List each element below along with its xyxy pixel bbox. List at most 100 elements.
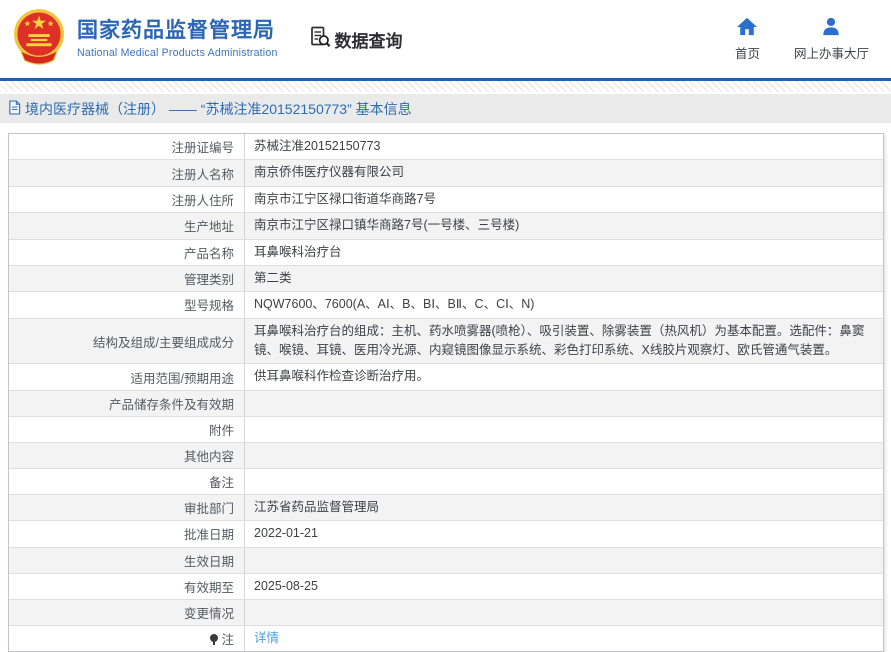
row-label: 注册人名称 <box>9 160 245 186</box>
row-value: 详情 <box>245 626 883 651</box>
table-row: 注册证编号 苏械注准20152150773 <box>9 134 883 160</box>
row-label-text: 产品储存条件及有效期 <box>108 397 234 412</box>
brand-text: 国家药品监督管理局 National Medical Products Admi… <box>77 19 278 58</box>
row-label-text: 结构及组成/主要组成成分 <box>93 335 234 350</box>
table-row: 备注 <box>9 467 883 494</box>
row-value: 南京侨伟医疗仪器有限公司 <box>245 160 883 185</box>
row-label: 其他内容 <box>9 442 245 468</box>
document-search-icon <box>308 25 332 54</box>
row-label: 备注 <box>9 468 245 494</box>
row-label-text: 注册证编号 <box>171 141 234 156</box>
row-value: 第二类 <box>245 266 883 291</box>
table-row: 生效日期 <box>9 546 883 573</box>
row-label: 注 <box>9 625 245 652</box>
table-row: 型号规格 NQW7600、7600(A、AⅠ、B、BⅠ、BⅡ、C、CⅠ、N) <box>9 291 883 318</box>
data-query-nav[interactable]: 数据查询 <box>308 25 403 54</box>
row-value <box>245 417 883 442</box>
row-label-text: 变更情况 <box>183 606 234 621</box>
row-label-text: 注册人名称 <box>171 167 234 182</box>
table-row: 有效期至 2025-08-25 <box>9 572 883 599</box>
row-value-text: 耳鼻喉科治疗台的组成：主机、药水喷雾器(喷枪）、吸引装置、除雾装置（热风机）为基… <box>254 323 865 357</box>
row-label-text: 生效日期 <box>183 554 234 569</box>
row-label-text: 注 <box>221 633 234 648</box>
row-label: 型号规格 <box>9 292 245 318</box>
info-table: 注册证编号 苏械注准20152150773 注册人名称 南京侨伟医疗仪器有限公司 注册人… <box>8 133 884 652</box>
row-value-text: 南京市江宁区禄口街道华商路7号 <box>254 191 436 206</box>
row-value: NQW7600、7600(A、AⅠ、B、BⅠ、BⅡ、C、CⅠ、N) <box>245 292 883 317</box>
row-label-text: 生产地址 <box>183 220 234 235</box>
hatch-stripe-band <box>0 81 891 92</box>
row-value: 2025-08-25 <box>245 574 883 599</box>
table-row: 管理类别 第二类 <box>9 264 883 292</box>
table-row: 注册人住所 南京市江宁区禄口街道华商路7号 <box>9 185 883 213</box>
row-value-text: 2022-01-21 <box>254 526 318 541</box>
row-label-text: 产品名称 <box>183 246 234 261</box>
row-value-text: 耳鼻喉科治疗台 <box>254 244 342 259</box>
row-value <box>245 600 883 625</box>
row-label-text: 审批部门 <box>183 501 234 516</box>
row-label-text: 型号规格 <box>183 299 234 314</box>
row-value-text: 2025-08-25 <box>254 578 318 593</box>
row-label-text: 有效期至 <box>183 580 234 595</box>
row-label: 管理类别 <box>9 265 245 292</box>
row-label: 生产地址 <box>9 213 245 239</box>
row-label-text: 适用范围/预期用途 <box>130 371 234 386</box>
row-value: 南京市江宁区禄口街道华商路7号 <box>245 187 883 212</box>
breadcrumb-text: 境内医疗器械（注册） —— “苏械注准20152150773” 基本信息 <box>25 100 412 117</box>
row-label: 批准日期 <box>9 521 245 547</box>
document-page-icon <box>8 99 21 118</box>
home-icon <box>736 17 758 39</box>
row-value-text: 南京市江宁区禄口镇华商路7号(一号楼、三号楼) <box>254 218 520 233</box>
nav-home-label: 首页 <box>734 46 760 61</box>
row-value-text: 苏械注准20152150773 <box>254 139 381 153</box>
nmpa-logo[interactable]: 国家药品监督管理局 National Medical Products Admi… <box>8 6 278 73</box>
nav-online-hall[interactable]: 网上办事大厅 <box>794 17 869 62</box>
page-header: 国家药品监督管理局 National Medical Products Admi… <box>0 0 891 78</box>
table-row: 产品储存条件及有效期 <box>9 389 883 416</box>
row-value-text: 供耳鼻喉科作检查诊断治疗用。 <box>254 369 430 384</box>
breadcrumb-bar: 境内医疗器械（注册） —— “苏械注准20152150773” 基本信息 <box>0 94 891 123</box>
details-link[interactable]: 详情 <box>254 629 279 648</box>
row-value <box>245 391 883 416</box>
table-row: 注 详情 <box>9 624 883 652</box>
row-label: 有效期至 <box>9 573 245 599</box>
row-value: 耳鼻喉科治疗台 <box>245 240 883 265</box>
row-label: 审批部门 <box>9 494 245 521</box>
site-title: 国家药品监督管理局 <box>77 19 275 43</box>
row-label-text: 备注 <box>208 475 234 490</box>
table-row: 批准日期 2022-01-21 <box>9 520 883 547</box>
row-value <box>245 443 883 468</box>
table-row: 注册人名称 南京侨伟医疗仪器有限公司 <box>9 159 883 186</box>
table-row: 变更情况 <box>9 598 883 625</box>
header-nav: 首页 网上办事大厅 <box>735 17 875 62</box>
row-label: 附件 <box>9 416 245 442</box>
user-icon <box>820 17 842 39</box>
row-value: 2022-01-21 <box>245 521 883 546</box>
row-label: 生效日期 <box>9 547 245 573</box>
data-query-label: 数据查询 <box>334 31 403 51</box>
national-emblem-icon <box>8 6 70 73</box>
table-row: 其他内容 <box>9 441 883 468</box>
row-label: 产品储存条件及有效期 <box>9 390 245 416</box>
row-value-text: 南京侨伟医疗仪器有限公司 <box>254 165 405 180</box>
row-value: 江苏省药品监督管理局 <box>245 495 883 520</box>
row-label: 产品名称 <box>9 239 245 265</box>
row-label: 注册证编号 <box>9 134 245 160</box>
row-label: 变更情况 <box>9 599 245 625</box>
nav-home[interactable]: 首页 <box>735 17 760 62</box>
note-pin-icon <box>210 633 219 645</box>
row-label-text: 其他内容 <box>183 449 234 464</box>
row-label-text: 管理类别 <box>183 273 234 288</box>
row-value-text: NQW7600、7600(A、AⅠ、B、BⅠ、BⅡ、C、CⅠ、N) <box>254 297 535 312</box>
row-value: 供耳鼻喉科作检查诊断治疗用。 <box>245 364 883 389</box>
row-value-text: 第二类 <box>254 270 292 285</box>
row-label: 适用范围/预期用途 <box>9 364 245 390</box>
row-value: 耳鼻喉科治疗台的组成：主机、药水喷雾器(喷枪）、吸引装置、除雾装置（热风机）为基… <box>245 319 883 364</box>
row-value: 南京市江宁区禄口镇华商路7号(一号楼、三号楼) <box>245 213 883 238</box>
site-subtitle: National Medical Products Administration <box>77 46 278 59</box>
row-label-text: 附件 <box>208 423 234 438</box>
nav-online-hall-label: 网上办事大厅 <box>793 46 869 61</box>
table-row: 审批部门 江苏省药品监督管理局 <box>9 493 883 521</box>
row-value-text: 江苏省药品监督管理局 <box>254 499 380 514</box>
row-label-text: 注册人住所 <box>171 193 234 208</box>
